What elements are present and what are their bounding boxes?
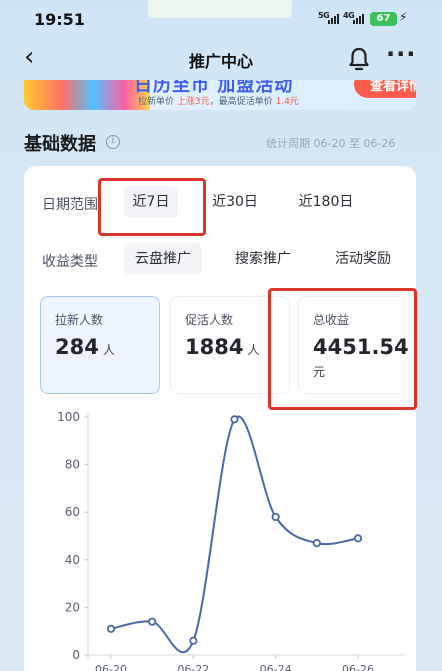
date-option-7d[interactable]: 近7日 bbox=[124, 186, 178, 218]
data-point bbox=[106, 624, 116, 633]
income-type-label: 收益类型 bbox=[42, 254, 98, 270]
stat-value: 1884 人 bbox=[185, 335, 260, 359]
more-menu-button[interactable]: ··· bbox=[386, 40, 416, 68]
data-point bbox=[148, 617, 157, 626]
promo-banner[interactable]: 日历至币 加盟活动 拉新单价 上涨3元，最高促活单价 1.4元 查看详情 bbox=[24, 80, 416, 110]
banner-cta-button[interactable]: 查看详情 bbox=[354, 80, 416, 98]
notification-pill bbox=[148, 0, 292, 18]
stat-label: 总收益 bbox=[313, 313, 350, 327]
x-tick-label: 06-26 bbox=[342, 663, 374, 671]
x-tick-label: 06-24 bbox=[260, 663, 292, 671]
type-option-search[interactable]: 搜索推广 bbox=[224, 243, 302, 275]
bell-icon[interactable] bbox=[346, 46, 372, 72]
stat-label: 拉新人数 bbox=[55, 313, 104, 327]
date-option-30d[interactable]: 近30日 bbox=[204, 186, 266, 218]
data-point bbox=[189, 636, 198, 645]
stat-label: 促活人数 bbox=[185, 313, 234, 327]
battery-icon: 67 bbox=[370, 12, 397, 26]
stat-value: 4451.54 bbox=[313, 335, 409, 359]
date-option-180d[interactable]: 近180日 bbox=[292, 186, 360, 218]
page-title: 推广中心 bbox=[188, 52, 253, 71]
stat-card-active-users[interactable]: 促活人数 1884 人 bbox=[170, 296, 290, 394]
y-tick-label: 0 bbox=[72, 648, 80, 662]
x-tick-label: 06-20 bbox=[95, 663, 127, 671]
nav-bar: ‹ 推广中心 ··· bbox=[0, 40, 442, 80]
banner-illustration bbox=[24, 80, 150, 110]
series-line bbox=[110, 415, 359, 654]
y-tick-label: 40 bbox=[65, 553, 80, 567]
data-point bbox=[312, 539, 321, 548]
charging-icon: ⚡ bbox=[399, 10, 408, 24]
y-tick-label: 80 bbox=[65, 458, 80, 472]
info-icon[interactable]: i bbox=[106, 135, 120, 149]
y-tick-label: 100 bbox=[57, 410, 80, 424]
banner-subtitle: 拉新单价 上涨3元，最高促活单价 1.4元 bbox=[138, 97, 299, 107]
x-tick-label: 06-22 bbox=[177, 663, 209, 671]
type-option-activity[interactable]: 活动奖励 bbox=[324, 243, 402, 275]
date-range-label: 日期范围 bbox=[42, 197, 98, 213]
status-bar: 19:51 5G 4G 67 ⚡ bbox=[0, 0, 442, 40]
stat-card-new-users[interactable]: 拉新人数 284 人 bbox=[40, 296, 160, 394]
y-tick-label: 20 bbox=[65, 600, 80, 614]
data-point bbox=[353, 534, 363, 543]
data-point bbox=[271, 512, 280, 522]
data-point bbox=[230, 415, 239, 424]
stat-value: 284 人 bbox=[55, 335, 115, 359]
stat-unit: 元 bbox=[313, 365, 326, 379]
stat-card-total-income[interactable]: 总收益 4451.54 元 bbox=[298, 296, 409, 394]
section-title: 基础数据 bbox=[24, 134, 96, 155]
income-line-chart: 0 20 40 60 80 100 06-20 06-22 06-24 06-26 bbox=[57, 410, 404, 671]
stat-period: 统计周期 06-20 至 06-26 bbox=[266, 137, 396, 150]
signal-bars-icon-2 bbox=[353, 14, 364, 24]
type-option-cloud[interactable]: 云盘推广 bbox=[124, 243, 202, 275]
y-tick-label: 60 bbox=[65, 505, 80, 519]
status-time: 19:51 bbox=[34, 10, 85, 29]
signal-bars-icon bbox=[328, 14, 339, 24]
